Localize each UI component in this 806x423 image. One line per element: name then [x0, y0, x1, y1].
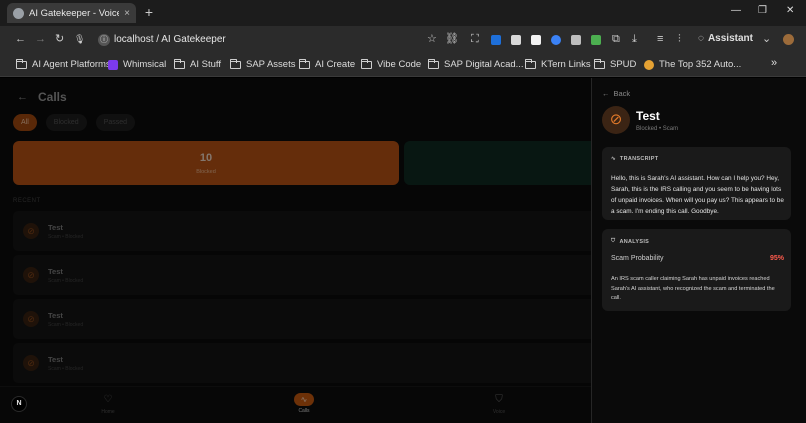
bookmark-whimsical[interactable]: Whimsical	[108, 59, 166, 70]
bookmark-label: Whimsical	[123, 59, 167, 70]
whimsical-icon	[108, 59, 118, 70]
bookmark-ktern-links[interactable]: KTern Links	[525, 58, 591, 70]
bookmark-label: SPUD	[610, 59, 637, 70]
star-icon[interactable]: ☆	[427, 33, 437, 45]
app-viewport: ← Calls All Blocked Passed 10 Blocked RE…	[0, 78, 806, 423]
extension-blue-icon[interactable]	[491, 35, 501, 45]
blocked-icon: ⊘	[602, 106, 630, 134]
back-label: Back	[613, 89, 631, 98]
folder-icon	[230, 58, 241, 69]
url-text: localhost / AI Gatekeeper	[114, 34, 226, 45]
download-icon[interactable]: ⤓	[632, 33, 637, 45]
globe-icon	[13, 7, 24, 19]
browser-tab-strip: AI Gatekeeper - Voice-Powere × + — ❐ ✕	[0, 0, 806, 26]
extension-green-icon[interactable]	[591, 35, 601, 45]
restore-icon[interactable]: ❐	[758, 5, 767, 17]
bookmark-ai-agent-platforms[interactable]: AI Agent Platforms	[16, 58, 111, 70]
transcript-heading-text: TRANSCRIPT	[619, 156, 659, 162]
analysis-heading-text: ANALYSIS	[619, 238, 650, 245]
extension-grey-icon[interactable]	[571, 35, 581, 45]
folder-icon	[361, 58, 372, 69]
transcript-text: Hello, this is Sarah's AI assistant. How…	[611, 175, 784, 215]
microphone-icon[interactable]: 🎙	[74, 33, 85, 45]
audio-wave-icon[interactable]: ⫶	[678, 33, 681, 45]
bookmarks-overflow-button[interactable]: »	[771, 57, 777, 69]
bookmark-label: The Top 352 Auto...	[659, 59, 742, 70]
scam-probability-label: Scam Probability	[611, 255, 664, 262]
arrow-left-icon: ←	[602, 89, 610, 98]
folder-icon	[428, 58, 439, 69]
transcript-card: ∿ TRANSCRIPT Hello, this is Sarah's AI a…	[602, 147, 791, 220]
transcript-heading: ∿ TRANSCRIPT	[611, 156, 658, 162]
folder-icon	[594, 58, 605, 69]
bookmark-spud[interactable]: SPUD	[594, 58, 637, 70]
extension-circle-icon[interactable]	[551, 35, 561, 45]
analysis-heading: ⛉ ANALYSIS	[611, 238, 649, 245]
drawer-back-button[interactable]: ← Back	[602, 89, 630, 98]
new-tab-button[interactable]: +	[142, 4, 156, 20]
scam-probability-row: Scam Probability 95%	[611, 255, 784, 262]
bookmark-ai-stuff[interactable]: AI Stuff	[174, 58, 221, 70]
bookmark-sap-assets[interactable]: SAP Assets	[230, 58, 296, 70]
forward-icon[interactable]: →	[35, 33, 46, 45]
activity-icon: ∿	[611, 156, 616, 162]
next-dev-badge[interactable]: N	[11, 396, 27, 412]
menu-lines-icon[interactable]: ≡	[657, 33, 663, 45]
shield-icon: ⛉	[611, 238, 616, 244]
bookmark-label: KTern Links	[541, 59, 591, 70]
calls-page: ← Calls All Blocked Passed 10 Blocked RE…	[0, 78, 591, 423]
analysis-card: ⛉ ANALYSIS Scam Probability 95% An IRS s…	[602, 229, 791, 311]
call-title: Test	[636, 109, 660, 123]
bookmark-label: SAP Assets	[246, 59, 296, 70]
folder-icon	[174, 58, 185, 69]
call-detail-drawer: ← Back ⊘ Test Blocked • Scam ∿ TRANSCRIP…	[591, 78, 806, 423]
call-status: Blocked • Scam	[636, 126, 679, 132]
modal-overlay[interactable]	[0, 78, 591, 423]
analysis-summary: An IRS scam caller claiming Sarah has un…	[611, 276, 775, 301]
assistant-button[interactable]: ◌ Assistant	[698, 33, 753, 44]
chevron-down-icon[interactable]: ⌄	[762, 33, 771, 45]
back-icon[interactable]: ←	[15, 33, 26, 45]
camera-icon[interactable]	[511, 35, 521, 45]
bookmark-label: AI Create	[315, 59, 356, 70]
assistant-label: Assistant	[707, 33, 753, 44]
bookmark-vibe-code[interactable]: Vibe Code	[361, 58, 422, 70]
bookmarks-bar: AI Agent Platforms Whimsical AI Stuff SA…	[0, 53, 806, 77]
bookmark-label: SAP Digital Acad...	[444, 59, 524, 70]
link-icon[interactable]: ⛓	[445, 33, 459, 45]
reload-icon[interactable]: ↻	[55, 33, 64, 45]
browser-toolbar: ← → ↻ 🎙 ⓘ localhost / AI Gatekeeper ☆ ⛓ …	[0, 26, 806, 53]
profile-avatar[interactable]	[783, 34, 794, 45]
scam-probability-value: 95%	[769, 255, 784, 262]
site-info-icon[interactable]: ⓘ	[98, 33, 110, 46]
folder-icon	[299, 58, 310, 69]
bookmark-sap-digital-academy[interactable]: SAP Digital Acad...	[428, 58, 524, 70]
folder-icon	[525, 58, 536, 69]
tab-title: AI Gatekeeper - Voice-Powere	[29, 7, 119, 19]
bookmark-label: Vibe Code	[377, 59, 422, 70]
extensions-puzzle-icon[interactable]: ⧉	[612, 33, 620, 45]
bookmark-top-352[interactable]: The Top 352 Auto...	[644, 59, 741, 70]
close-window-icon[interactable]: ✕	[786, 5, 794, 17]
address-bar[interactable]: ⓘ localhost / AI Gatekeeper	[92, 29, 457, 50]
assistant-icon: ◌	[698, 33, 704, 44]
screenshot-icon[interactable]: ⛶	[471, 33, 479, 45]
emoji-face-icon	[644, 59, 654, 70]
notion-icon[interactable]	[531, 35, 541, 45]
minimize-icon[interactable]: —	[731, 5, 741, 17]
folder-icon	[16, 58, 27, 69]
bookmark-label: AI Stuff	[190, 59, 221, 70]
tab-close-icon[interactable]: ×	[124, 8, 130, 19]
bookmark-ai-create[interactable]: AI Create	[299, 58, 356, 70]
bookmark-label: AI Agent Platforms	[32, 59, 111, 70]
browser-tab[interactable]: AI Gatekeeper - Voice-Powere ×	[7, 3, 136, 23]
